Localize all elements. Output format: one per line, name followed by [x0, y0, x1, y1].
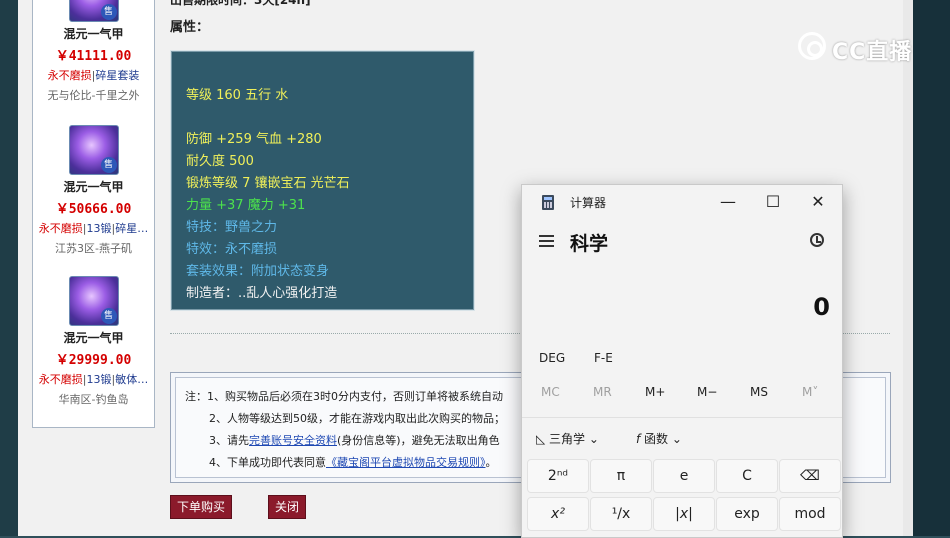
attr-line: 特效：永不磨损 [186, 242, 278, 257]
scrollbar-track[interactable] [903, 0, 913, 536]
item-name[interactable]: 混元一气甲 [33, 25, 154, 42]
attributes-panel: 等级 160 五行 水 防御 +259 气血 +280 耐久度 500 锻炼等级… [171, 51, 474, 310]
calculator-icon [542, 195, 554, 210]
title-bar[interactable]: 计算器 — ☐ ✕ [522, 185, 842, 219]
trade-rules-link[interactable]: 《藏宝阁平台虚拟物品交易规则》 [326, 456, 486, 469]
list-item[interactable]: 售 混元一气甲 ￥41111.00 永不磨损|碎星套装 无与伦比-千里之外 [33, 0, 154, 103]
mod-button[interactable]: mod [779, 497, 841, 531]
exp-button[interactable]: exp [716, 497, 778, 531]
notice-line: 注：1、购买物品后必须在3时0分内支付，否则订单将被系统自动 [185, 390, 503, 403]
chevron-down-icon: ⌄ [668, 432, 682, 446]
second-button[interactable]: 2ⁿᵈ [527, 459, 589, 493]
item-name[interactable]: 混元一气甲 [33, 178, 154, 195]
notice-text: 。 [485, 456, 497, 469]
window-title: 计算器 [570, 196, 607, 210]
product-list: 售 混元一气甲 ￥41111.00 永不磨损|碎星套装 无与伦比-千里之外 售 … [32, 0, 155, 428]
backspace-button[interactable]: ⌫ [779, 459, 841, 493]
chevron-down-icon: ⌄ [585, 432, 599, 446]
m-plus-button[interactable]: M+ [645, 385, 665, 399]
item-name[interactable]: 混元一气甲 [33, 329, 154, 346]
for-sale-tag: 售 [100, 4, 117, 20]
attr-tag: 碎星… [115, 222, 149, 235]
close-window-button[interactable]: ✕ [800, 189, 836, 215]
minimize-button[interactable]: — [710, 189, 746, 215]
watermark-text: CC直播 [832, 40, 913, 65]
item-price: ￥50666.00 [55, 202, 132, 217]
attr-tag: 永不磨损 [38, 222, 83, 235]
attr-tag: 13锻 [86, 222, 112, 235]
history-icon[interactable] [810, 233, 824, 247]
notice-line: 2、人物等级达到50级，才能在游戏内取出此次购买的物品； [209, 412, 505, 425]
mode-title: 科学 [570, 233, 609, 255]
attr-line: 耐久度 500 [186, 154, 254, 169]
mr-button[interactable]: MR [593, 385, 612, 399]
function-icon: f [636, 432, 645, 446]
triangle-icon: ◺ [536, 432, 550, 446]
item-price: ￥29999.00 [55, 353, 132, 368]
attr-tag: 永不磨损 [47, 69, 92, 82]
ms-button[interactable]: MS [750, 385, 768, 399]
trig-label: 三角学 [549, 432, 586, 446]
attr-line: 特技：野兽之力 [186, 220, 278, 235]
sale-period-text: 出售期限时间：3天[24h] [170, 0, 311, 7]
square-button[interactable]: x² [527, 497, 589, 531]
item-thumbnail[interactable]: 售 [68, 125, 119, 175]
item-attributes: 永不磨损|碎星套装 [33, 67, 154, 83]
attr-tag: 碎星套装 [95, 69, 140, 82]
watermark: CC直播 [798, 30, 922, 66]
order-button[interactable]: 下单购买 [170, 495, 232, 519]
menu-icon[interactable] [539, 235, 554, 247]
attr-line: 力量 +37 魔力 +31 [186, 198, 306, 213]
page: 售 混元一气甲 ￥41111.00 永不磨损|碎星套装 无与伦比-千里之外 售 … [0, 0, 950, 538]
reciprocal-button[interactable]: ¹/x [590, 497, 652, 531]
close-button[interactable]: 关闭 [268, 495, 306, 519]
item-price: ￥41111.00 [55, 49, 132, 64]
divider [522, 417, 842, 418]
func-label: 函数 [644, 432, 669, 446]
result-display: 0 [813, 293, 830, 321]
for-sale-tag: 售 [100, 308, 117, 324]
maximize-button[interactable]: ☐ [755, 189, 791, 215]
watermark-logo-icon [798, 32, 826, 60]
notice-line: 3、请先完善账号安全资料(身份信息等)，避免无法取出角色 [209, 432, 500, 448]
fe-button[interactable]: F-E [594, 351, 613, 365]
item-thumbnail[interactable]: 售 [68, 276, 119, 326]
list-item[interactable]: 售 混元一气甲 ￥29999.00 永不磨损|13锻|敏体… 华南区-钓鱼岛 [33, 276, 154, 407]
account-security-link[interactable]: 完善账号安全资料 [249, 434, 337, 447]
item-thumbnail[interactable]: 售 [68, 0, 119, 22]
pi-button[interactable]: π [590, 459, 652, 493]
attr-line: 制造者：..乱人心强化打造 [186, 286, 338, 301]
angle-unit-button[interactable]: DEG [539, 351, 565, 365]
attributes-heading: 属性： [170, 20, 210, 35]
e-button[interactable]: e [653, 459, 715, 493]
attr-tag: 永不磨损 [38, 373, 83, 386]
attr-line: 锻炼等级 7 镶嵌宝石 光芒石 [186, 176, 350, 191]
notice-line: 4、下单成功即代表同意《藏宝阁平台虚拟物品交易规则》。 [209, 454, 497, 470]
right-background [913, 0, 950, 536]
item-attributes: 永不磨损|13锻|碎星… [33, 220, 154, 236]
attr-tag: 13锻 [86, 373, 112, 386]
attr-tag: 敏体… [115, 373, 149, 386]
m-minus-button[interactable]: M− [697, 385, 717, 399]
function-dropdown[interactable]: f 函数 ⌄ [636, 430, 682, 447]
item-server: 江苏3区-燕子矶 [55, 242, 132, 255]
item-server: 华南区-钓鱼岛 [58, 393, 129, 406]
left-background [0, 0, 18, 536]
attr-line: 等级 160 五行 水 [186, 88, 289, 103]
for-sale-tag: 售 [100, 157, 117, 173]
absolute-button[interactable]: |x| [653, 497, 715, 531]
mc-button[interactable]: MC [541, 385, 560, 399]
trigonometry-dropdown[interactable]: ◺ 三角学 ⌄ [536, 430, 599, 447]
item-server: 无与伦比-千里之外 [47, 89, 140, 102]
attr-line: 防御 +259 气血 +280 [186, 132, 322, 147]
clear-button[interactable]: C [716, 459, 778, 493]
calculator-window[interactable]: 计算器 — ☐ ✕ 科学 0 DEG F-E MC MR M+ M− MS M˅… [521, 184, 843, 538]
notice-text: 3、请先 [209, 434, 249, 447]
item-attributes: 永不磨损|13锻|敏体… [33, 371, 154, 387]
notice-text: (身份信息等)，避免无法取出角色 [337, 434, 500, 447]
list-item[interactable]: 售 混元一气甲 ￥50666.00 永不磨损|13锻|碎星… 江苏3区-燕子矶 [33, 125, 154, 256]
attr-line: 套装效果：附加状态变身 [186, 264, 330, 279]
memory-list-button[interactable]: M˅ [802, 385, 818, 399]
notice-text: 4、下单成功即代表同意 [209, 456, 326, 469]
